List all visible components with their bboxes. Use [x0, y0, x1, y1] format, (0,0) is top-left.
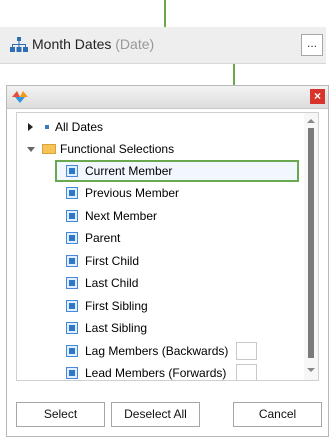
member-icon — [66, 345, 78, 357]
field-type: (Date) — [115, 36, 155, 52]
expand-arrow-icon[interactable] — [28, 123, 33, 131]
scroll-down-arrow-icon[interactable] — [307, 368, 315, 372]
tree-node-last-sibling[interactable]: Last Sibling — [66, 318, 286, 338]
tree-node-parent[interactable]: Parent — [66, 228, 286, 248]
member-label: First Sibling — [85, 299, 148, 313]
tree-node-last-child[interactable]: Last Child — [66, 273, 286, 293]
tree-node-current-member[interactable]: Current Member — [66, 161, 286, 181]
member-selection-dialog: × All Dates Functional Selections Curren… — [6, 85, 329, 437]
member-label: Parent — [85, 231, 121, 245]
member-label: Lead Members (Forwards) — [85, 366, 227, 380]
tree-node-label: All Dates — [55, 120, 104, 134]
tree-node-next-member[interactable]: Next Member — [66, 206, 286, 226]
deselect-all-button[interactable]: Deselect All — [111, 402, 200, 427]
member-label: Current Member — [85, 164, 173, 178]
tree-node-lead-members[interactable]: Lead Members (Forwards) — [66, 363, 296, 380]
select-button[interactable]: Select — [16, 402, 105, 427]
field-header: Month Dates (Date) ... — [0, 27, 326, 64]
app-logo-icon — [12, 91, 28, 103]
dialog-titlebar: × — [7, 86, 328, 109]
member-icon — [66, 165, 78, 177]
collapse-arrow-icon[interactable] — [27, 147, 35, 152]
field-title: Month Dates (Date) — [32, 36, 154, 52]
member-label: First Child — [85, 254, 140, 268]
member-label: Previous Member — [85, 186, 180, 200]
member-icon — [66, 210, 78, 222]
callout-line-top — [164, 0, 166, 27]
tree-node-first-child[interactable]: First Child — [66, 251, 286, 271]
cancel-button[interactable]: Cancel — [233, 402, 322, 427]
member-tree: All Dates Functional Selections Current … — [16, 112, 319, 381]
member-icon — [66, 367, 78, 379]
member-label: Lag Members (Backwards) — [85, 344, 229, 358]
tree-node-label: Functional Selections — [60, 142, 175, 156]
member-label: Next Member — [85, 209, 158, 223]
scrollbar-thumb[interactable] — [308, 128, 314, 358]
tree-node-lag-members[interactable]: Lag Members (Backwards) — [66, 341, 296, 361]
more-options-button[interactable]: ... — [301, 34, 323, 56]
member-icon — [66, 277, 78, 289]
member-icon — [66, 255, 78, 267]
member-icon — [66, 300, 78, 312]
lead-count-input[interactable] — [236, 364, 257, 380]
lag-count-input[interactable] — [236, 342, 257, 360]
tree-node-functional-selections[interactable]: Functional Selections — [25, 139, 295, 159]
tree-node-first-sibling[interactable]: First Sibling — [66, 296, 286, 316]
member-icon — [66, 187, 78, 199]
close-button[interactable]: × — [310, 89, 325, 104]
tree-scrollbar[interactable] — [304, 113, 318, 380]
member-label: Last Child — [85, 276, 139, 290]
member-icon — [66, 232, 78, 244]
member-label: Last Sibling — [85, 321, 148, 335]
hierarchy-icon — [10, 37, 28, 52]
member-dot-icon — [45, 125, 49, 129]
tree-node-previous-member[interactable]: Previous Member — [66, 183, 286, 203]
field-name: Month Dates — [32, 36, 112, 52]
tree-node-all-dates[interactable]: All Dates — [25, 117, 295, 137]
folder-icon — [42, 144, 56, 154]
member-icon — [66, 322, 78, 334]
scroll-up-arrow-icon[interactable] — [307, 119, 315, 123]
